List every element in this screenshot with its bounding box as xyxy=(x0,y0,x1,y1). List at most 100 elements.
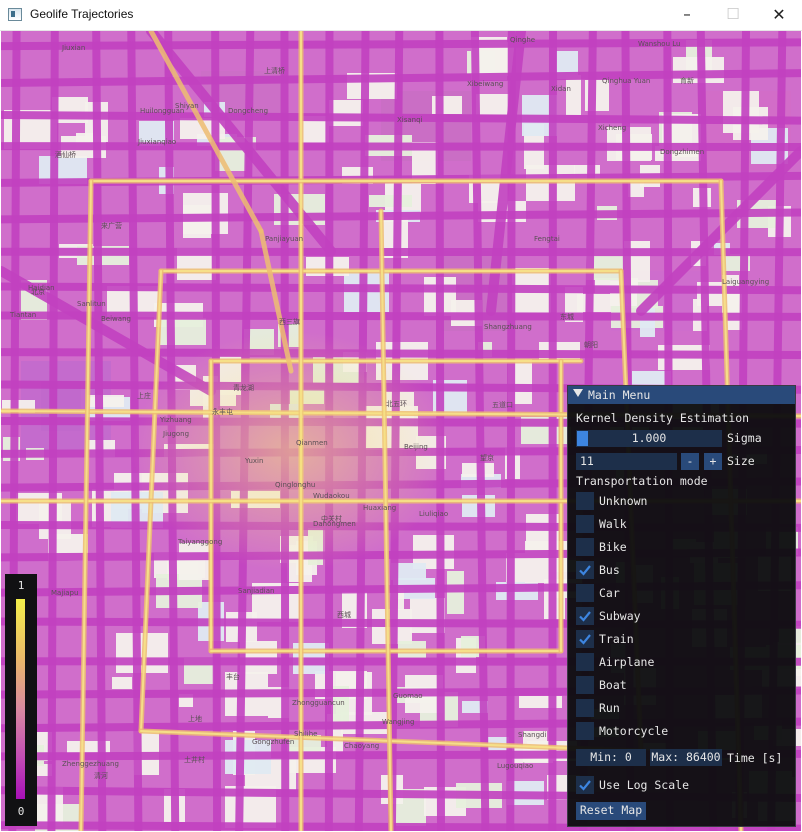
map-place-label: Liuliqiao xyxy=(419,510,449,518)
mode-checkbox-bus[interactable]: Bus xyxy=(576,561,776,580)
reset-map-button[interactable]: Reset Map xyxy=(576,802,646,820)
map-place-label: 北京 xyxy=(31,288,45,296)
checkbox-box[interactable] xyxy=(576,492,594,510)
map-place-label: Dahongmen xyxy=(313,520,356,528)
main-menu-header[interactable]: Main Menu xyxy=(568,386,795,404)
size-increment-button[interactable]: + xyxy=(704,453,722,470)
kde-heading: Kernel Density Estimation xyxy=(576,411,750,425)
window-title-bar[interactable]: Geolife Trajectories – ☐ ✕ xyxy=(0,0,802,31)
log-scale-checkbox[interactable]: Use Log Scale xyxy=(576,776,776,795)
map-place-label: Jiuxian xyxy=(62,44,86,52)
log-scale-label: Use Log Scale xyxy=(599,778,690,792)
time-min-value: Min: 0 xyxy=(590,750,632,764)
map-place-label: Wudaokou xyxy=(313,492,350,500)
checkmark-icon xyxy=(579,634,591,645)
checkbox-box[interactable] xyxy=(576,630,594,648)
maximize-button[interactable]: ☐ xyxy=(710,0,756,30)
map-place-label: Yizhuang xyxy=(160,416,192,424)
map-place-label: Beijing xyxy=(404,443,428,451)
checkbox-box[interactable] xyxy=(576,515,594,533)
map-place-label: Laiguangying xyxy=(722,278,770,286)
time-max-input[interactable]: Max: 86400 xyxy=(650,749,722,766)
mode-checkbox-motorcycle[interactable]: Motorcycle xyxy=(576,722,776,741)
size-label: Size xyxy=(727,454,755,468)
checkbox-box[interactable] xyxy=(576,584,594,602)
map-place-label: Fengtai xyxy=(534,235,560,243)
map-place-label: Huaxiang xyxy=(363,504,397,512)
map-place-label: Zhenggezhuang xyxy=(62,760,119,768)
time-max-value: Max: 86400 xyxy=(651,750,721,764)
map-place-label: Dongcheng xyxy=(228,107,269,115)
map-place-label: 清河 xyxy=(94,772,108,780)
map-place-label: Panjiayuan xyxy=(265,235,304,243)
collapse-triangle-icon[interactable] xyxy=(573,389,583,397)
map-place-label: 东城 xyxy=(560,313,574,321)
colorbar-min-label: 0 xyxy=(17,805,25,818)
checkbox-box[interactable] xyxy=(576,653,594,671)
time-label: Time [s] xyxy=(727,751,783,765)
mode-checkbox-unknown[interactable]: Unknown xyxy=(576,492,776,511)
map-place-label: Wangjing xyxy=(382,718,415,726)
mode-label: Motorcycle xyxy=(599,724,669,738)
mode-label: Bike xyxy=(599,540,627,554)
map-place-label: Xidan xyxy=(551,85,571,93)
map-place-label: 五道口 xyxy=(492,401,513,409)
map-place-label: Lugouqiao xyxy=(497,762,534,770)
map-place-label: 西城 xyxy=(337,611,351,619)
window-title: Geolife Trajectories xyxy=(30,7,134,21)
checkmark-icon xyxy=(579,565,591,576)
checkmark-icon xyxy=(579,611,591,622)
map-place-label: 土井村 xyxy=(184,756,205,764)
map-place-label: Qinghua Yuan xyxy=(602,77,651,85)
sigma-slider[interactable]: 1.000 xyxy=(576,430,722,447)
checkbox-box[interactable] xyxy=(576,776,594,794)
mode-checkbox-train[interactable]: Train xyxy=(576,630,776,649)
map-place-label: Majiapu xyxy=(51,589,79,597)
checkbox-box[interactable] xyxy=(576,676,594,694)
map-place-label: Xisanqi xyxy=(397,116,423,124)
map-place-label: Xicheng xyxy=(598,124,627,132)
map-place-label: Wanshou Lu xyxy=(638,40,681,48)
mode-label: Walk xyxy=(599,517,627,531)
map-place-label: 北五环 xyxy=(386,400,407,408)
map-place-label: Xibeiwang xyxy=(467,80,504,88)
map-place-label: Shilihe xyxy=(294,730,318,738)
size-input[interactable]: 11 xyxy=(576,453,677,470)
mode-label: Train xyxy=(599,632,634,646)
checkbox-box[interactable] xyxy=(576,561,594,579)
checkbox-box[interactable] xyxy=(576,699,594,717)
time-min-input[interactable]: Min: 0 xyxy=(576,749,646,766)
mode-label: Subway xyxy=(599,609,641,623)
mode-checkbox-run[interactable]: Run xyxy=(576,699,776,718)
colorbar-max-label: 1 xyxy=(17,579,25,592)
colorbar: 1 0 xyxy=(5,574,37,826)
size-decrement-button[interactable]: - xyxy=(681,453,699,470)
main-menu-panel: Main Menu Kernel Density Estimation 1.00… xyxy=(567,385,796,827)
map-place-label: Yuxin xyxy=(245,457,264,465)
map-place-label: 望京 xyxy=(480,454,494,462)
map-place-label: 育新 xyxy=(680,77,694,85)
map-place-label: Tiantan xyxy=(10,311,37,319)
mode-checkbox-boat[interactable]: Boat xyxy=(576,676,776,695)
minimize-button[interactable]: – xyxy=(664,0,710,30)
mode-label: Boat xyxy=(599,678,627,692)
mode-checkbox-bike[interactable]: Bike xyxy=(576,538,776,557)
map-place-label: Sanlitun xyxy=(77,300,106,308)
mode-checkbox-car[interactable]: Car xyxy=(576,584,776,603)
colorbar-gradient xyxy=(16,599,25,799)
map-place-label: Dongzhimen xyxy=(660,148,705,156)
mode-checkbox-subway[interactable]: Subway xyxy=(576,607,776,626)
mode-label: Car xyxy=(599,586,620,600)
checkbox-box[interactable] xyxy=(576,722,594,740)
checkbox-box[interactable] xyxy=(576,607,594,625)
mode-label: Run xyxy=(599,701,620,715)
main-menu-title: Main Menu xyxy=(588,388,651,402)
app-icon xyxy=(8,8,22,21)
mode-checkbox-airplane[interactable]: Airplane xyxy=(576,653,776,672)
map-place-label: Guomao xyxy=(393,692,423,700)
mode-checkbox-walk[interactable]: Walk xyxy=(576,515,776,534)
close-button[interactable]: ✕ xyxy=(756,0,802,30)
checkbox-box[interactable] xyxy=(576,538,594,556)
mode-label: Airplane xyxy=(599,655,655,669)
map-place-label: Huilongguan xyxy=(140,107,185,115)
